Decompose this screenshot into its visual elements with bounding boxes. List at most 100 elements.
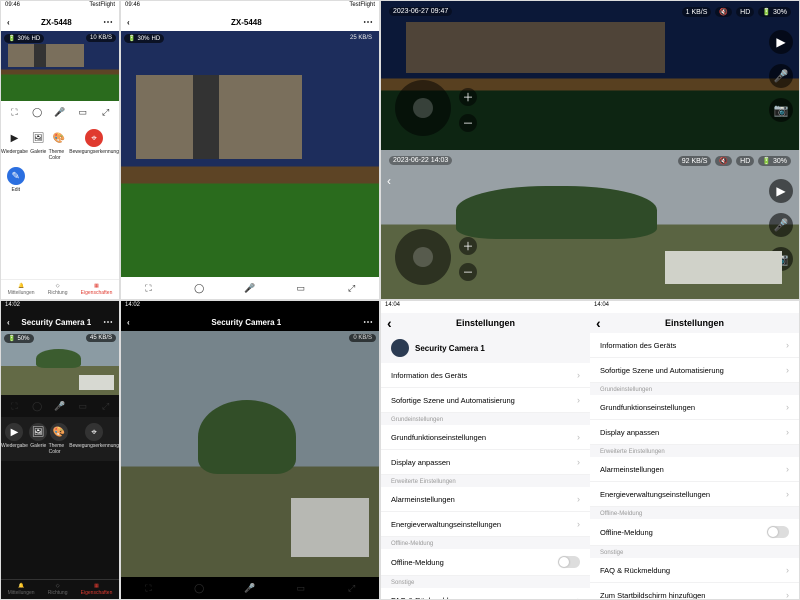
back-icon[interactable]: ‹	[127, 18, 130, 27]
mic-icon[interactable]: 🎤	[243, 281, 257, 295]
row-display[interactable]: Display anpassen›	[381, 450, 590, 475]
row-basic-functions[interactable]: Grundfunktionseinstellungen›	[381, 425, 590, 450]
playback-icon[interactable]: ▶	[5, 129, 23, 147]
toggle-switch[interactable]	[767, 526, 789, 538]
fullscreen-icon[interactable]: ⛶	[7, 105, 21, 119]
row-basic-functions[interactable]: Grundfunktionseinstellungen›	[590, 395, 799, 420]
tab-properties[interactable]: ▦Eigenschaften	[81, 283, 113, 296]
zoom-in-icon[interactable]: ＋	[459, 237, 477, 255]
motion-icon[interactable]: ⌖	[85, 129, 103, 147]
row-offline-toggle[interactable]: Offline-Meldung	[590, 519, 799, 546]
record-button[interactable]: ▶	[769, 179, 793, 203]
zoom-out-icon[interactable]: －	[459, 263, 477, 281]
record-icon[interactable]: ▭	[294, 281, 308, 295]
record-button[interactable]: ▶	[769, 30, 793, 54]
theme-icon[interactable]: 🎨	[50, 129, 68, 147]
chevron-right-icon: ›	[786, 590, 789, 600]
snapshot-button[interactable]: 📷	[769, 98, 793, 122]
tab-direction[interactable]: ◇Richtung	[48, 283, 68, 296]
snapshot-icon[interactable]: ◯	[192, 581, 206, 595]
row-faq[interactable]: FAQ & Rückmeldung›	[381, 588, 590, 600]
phone-screen-bottom-left: 14:02 ‹ Security Camera 1 🔋50% 45 KB/S ⛶…	[1, 301, 119, 599]
snapshot-icon[interactable]: ◯	[30, 105, 44, 119]
live-feed[interactable]: 0 KB/S	[121, 331, 379, 577]
feed-toolbar: ⛶ ◯ 🎤 ▭ ⤢	[121, 577, 379, 599]
row-alarm[interactable]: Alarmeinstellungen›	[590, 457, 799, 482]
fullscreen-icon[interactable]: ⛶	[7, 399, 21, 413]
chevron-right-icon: ›	[786, 427, 789, 437]
toggle-switch[interactable]	[558, 556, 580, 568]
motion-label: Bewegungserkennung	[69, 443, 119, 449]
live-feed[interactable]: 🔋50% 45 KB/S	[1, 331, 119, 395]
row-faq[interactable]: FAQ & Rückmeldung›	[590, 558, 799, 583]
hd-tag[interactable]: HD	[736, 7, 754, 17]
expand-icon[interactable]: ⤢	[345, 281, 359, 295]
gallery-icon[interactable]: 🖼	[29, 423, 47, 441]
more-icon[interactable]	[363, 17, 373, 28]
record-icon[interactable]: ▭	[294, 581, 308, 595]
row-alarm[interactable]: Alarmeinstellungen›	[381, 487, 590, 512]
mic-icon[interactable]: 🎤	[243, 581, 257, 595]
row-energy[interactable]: Energieverwaltungseinstellungen›	[590, 482, 799, 507]
expand-icon[interactable]: ⤢	[345, 581, 359, 595]
snapshot-icon[interactable]: ◯	[192, 281, 206, 295]
landscape-feed-2[interactable]: 2023-06-22 14:03 ‹ 92 KB/S 🔇 HD 🔋30% ＋ －…	[381, 150, 799, 299]
edit-icon[interactable]: ✎	[7, 167, 25, 185]
more-icon[interactable]	[103, 317, 113, 328]
row-device-info[interactable]: Information des Geräts›	[381, 363, 590, 388]
snapshot-button[interactable]: 📷	[769, 247, 793, 271]
more-icon[interactable]	[363, 317, 373, 328]
row-energy[interactable]: Energieverwaltungseinstellungen›	[381, 512, 590, 537]
row-device-info[interactable]: Information des Geräts›	[590, 333, 799, 358]
mute-icon[interactable]: 🔇	[715, 7, 732, 17]
fullscreen-icon[interactable]: ⛶	[141, 581, 155, 595]
more-icon[interactable]	[103, 17, 113, 28]
mic-icon[interactable]: 🎤	[53, 105, 67, 119]
motion-icon[interactable]: ⌖	[85, 423, 103, 441]
row-offline-toggle[interactable]: Offline-Meldung	[381, 549, 590, 576]
fullscreen-icon[interactable]: ⛶	[141, 281, 155, 295]
back-arrow-icon[interactable]: ‹	[387, 174, 391, 188]
bottom-tabs: 🔔Mitteilungen ◇Richtung ▦Eigenschaften	[1, 279, 119, 299]
back-icon[interactable]: ‹	[7, 318, 10, 327]
section-offline: Offline-Meldung	[381, 537, 590, 549]
row-display[interactable]: Display anpassen›	[590, 420, 799, 445]
row-add-home[interactable]: Zum Startbildschirm hinzufügen›	[590, 583, 799, 600]
record-icon[interactable]: ▭	[76, 399, 90, 413]
tab-messages[interactable]: 🔔Mitteilungen	[8, 283, 35, 296]
back-icon[interactable]: ‹	[127, 318, 130, 327]
expand-icon[interactable]: ⤢	[99, 399, 113, 413]
snapshot-icon[interactable]: ◯	[30, 399, 44, 413]
tab-direction[interactable]: ◇Richtung	[48, 583, 68, 596]
live-feed[interactable]: 🔋30% HD 25 KB/S	[121, 31, 379, 277]
landscape-feed-1[interactable]: 2023-06-27 09:47 1 KB/S 🔇 HD 🔋30% ＋ － ▶ …	[381, 1, 799, 150]
tab-messages[interactable]: 🔔Mitteilungen	[8, 583, 35, 596]
chevron-right-icon: ›	[577, 432, 580, 442]
gallery-label: Galerie	[30, 149, 46, 155]
expand-icon[interactable]: ⤢	[99, 105, 113, 119]
talk-button[interactable]: 🎤	[769, 213, 793, 237]
talk-button[interactable]: 🎤	[769, 64, 793, 88]
ptz-joystick[interactable]	[395, 229, 451, 285]
theme-icon[interactable]: 🎨	[50, 423, 68, 441]
row-scene-automation[interactable]: Sofortige Szene und Automatisierung›	[381, 388, 590, 413]
bell-icon: 🔔	[18, 283, 24, 289]
tab-properties[interactable]: ▦Eigenschaften	[81, 583, 113, 596]
chevron-right-icon: ›	[577, 494, 580, 504]
function-grid: ▶Wiedergabe 🖼Galerie 🎨Theme Color ⌖Beweg…	[1, 123, 119, 167]
record-icon[interactable]: ▭	[76, 105, 90, 119]
ptz-joystick[interactable]	[395, 80, 451, 136]
zoom-out-icon[interactable]: －	[459, 114, 477, 132]
mic-icon[interactable]: 🎤	[53, 399, 67, 413]
live-feed[interactable]: 🔋30% HD 10 KB/S	[1, 31, 119, 101]
playback-icon[interactable]: ▶	[5, 423, 23, 441]
hd-tag[interactable]: HD	[736, 156, 754, 166]
back-icon[interactable]: ‹	[7, 18, 10, 27]
zoom-in-icon[interactable]: ＋	[459, 88, 477, 106]
screen-header: ‹ ZX-5448	[121, 13, 379, 31]
row-scene-automation[interactable]: Sofortige Szene und Automatisierung›	[590, 358, 799, 383]
device-row[interactable]: Security Camera 1	[381, 333, 590, 363]
section-other: Sonstige	[590, 546, 799, 558]
mute-icon[interactable]: 🔇	[715, 156, 732, 166]
gallery-icon[interactable]: 🖼	[29, 129, 47, 147]
